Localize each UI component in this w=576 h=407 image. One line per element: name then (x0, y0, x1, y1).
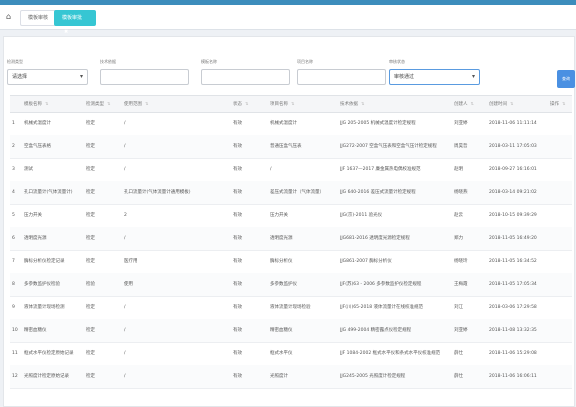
column-header[interactable]: 项目名称 ⇅ (270, 96, 294, 112)
sort-icon: ⇅ (361, 101, 365, 106)
home-icon[interactable]: ⌂ (3, 11, 14, 22)
close-icon[interactable]: ✖ (64, 29, 68, 35)
table-row[interactable]: 4 孔口流量计(气体流量计) 检定 孔口流量计(气体流量计通用模板) 有效 差压… (10, 181, 572, 205)
table-row[interactable]: 9 液体流量计现场检测 检定 / 有效 液体流量计现场检验 JJF(川)65-2… (10, 296, 572, 320)
filter-label-test-type: 检测类型 (7, 59, 23, 64)
table-row[interactable]: 6 透明度光源 检定 / 有效 透明度光源 JJG681-2016 透明度光源检… (10, 227, 572, 251)
tab-label: 模板审批 (62, 15, 83, 21)
table-row[interactable]: 10 精密血糖仪 检定 / 有效 精密血糖仪 JJG 499-2004 精密露点… (10, 319, 572, 343)
column-header[interactable]: 创建人 ⇅ (454, 96, 474, 112)
column-header[interactable]: 状态 ⇅ (233, 96, 248, 112)
table-row[interactable]: 8 多参数监护仪检验 检验 使用 有效 多参数监护仪 JJF(苏)63 - 20… (10, 273, 572, 297)
test-type-select[interactable]: 请选择 (7, 69, 88, 85)
sort-icon: ⇅ (107, 101, 111, 106)
sort-icon: ⇅ (145, 101, 149, 106)
column-header[interactable]: 检测类型 ⇅ (86, 96, 110, 112)
sort-icon: ⇅ (562, 101, 566, 106)
sort-icon: ⇅ (45, 101, 49, 106)
table-header: 模板名称 ⇅ 检测类型 ⇅ 使用范围 ⇅ 状态 ⇅ 项目名称 ⇅ 技术依据 ⇅ 创建人 ⇅ 创… (10, 95, 572, 113)
filter-label-project-name: 项目名称 (297, 59, 313, 64)
template-name-input[interactable] (201, 69, 290, 85)
table-row[interactable]: 3 测试 检定 / 有效 / JJF 1637—2017 廉金属热电偶校准规范 … (10, 158, 572, 182)
sort-icon: ⇅ (245, 101, 249, 106)
column-header[interactable]: 操作 ⇅ (550, 96, 565, 112)
project-name-input[interactable] (297, 69, 386, 85)
main-panel: 检测类型 请选择 技术依据 模板名称 项目名称 审核状态 审核通过 查询 模板名… (3, 36, 575, 407)
table-row[interactable]: 1 机械式温度计 检定 / 有效 机械式温度计 JJG 205-2005 机械式… (10, 112, 572, 136)
tab-template-approval[interactable]: 模板审批 ✖ (54, 10, 96, 35)
table-row[interactable]: 7 酶标分析仪检定记录 检定 医疗用 有效 酶标分析仪 JJG861-2007 … (10, 250, 572, 274)
column-header[interactable]: 模板名称 ⇅ (24, 96, 48, 112)
filter-label-tech-basis: 技术依据 (100, 59, 116, 64)
filter-label-template-name: 模板名称 (201, 59, 217, 64)
column-header[interactable]: 技术依据 ⇅ (340, 96, 364, 112)
column-header[interactable]: 创建时间 ⇅ (489, 96, 513, 112)
review-status-select[interactable]: 审核通过 (389, 69, 480, 85)
tab-label: 模板审核 (28, 15, 49, 21)
sort-icon: ⇅ (510, 101, 514, 106)
sort-icon: ⇅ (291, 101, 295, 106)
column-header[interactable]: 使用范围 ⇅ (124, 96, 148, 112)
table-row[interactable]: 11 框式水平仪检定原始记录 检定 / 有效 框式水平仪 JJF 1084-20… (10, 342, 572, 366)
tech-basis-input[interactable] (100, 69, 189, 85)
table-row[interactable]: 5 压力开关 检定 2 有效 压力开关 JJG(京)-2011 验光仪 赵云 2… (10, 204, 572, 228)
sort-icon: ⇅ (470, 101, 474, 106)
table-row[interactable]: 12 光照度计检定原始记录 检定 / 有效 光照度计 JJG245-2005 光… (10, 365, 572, 389)
table-row[interactable]: 2 空盒气压表格 检定 / 有效 普通压盒气压表 JJG272-2007 空盒气… (10, 135, 572, 159)
filter-label-review-status: 审核状态 (389, 59, 405, 64)
search-button[interactable]: 查询 (557, 70, 575, 88)
tab-bar: ⌂ 模板审核 模板审批 ✖ (0, 5, 576, 35)
